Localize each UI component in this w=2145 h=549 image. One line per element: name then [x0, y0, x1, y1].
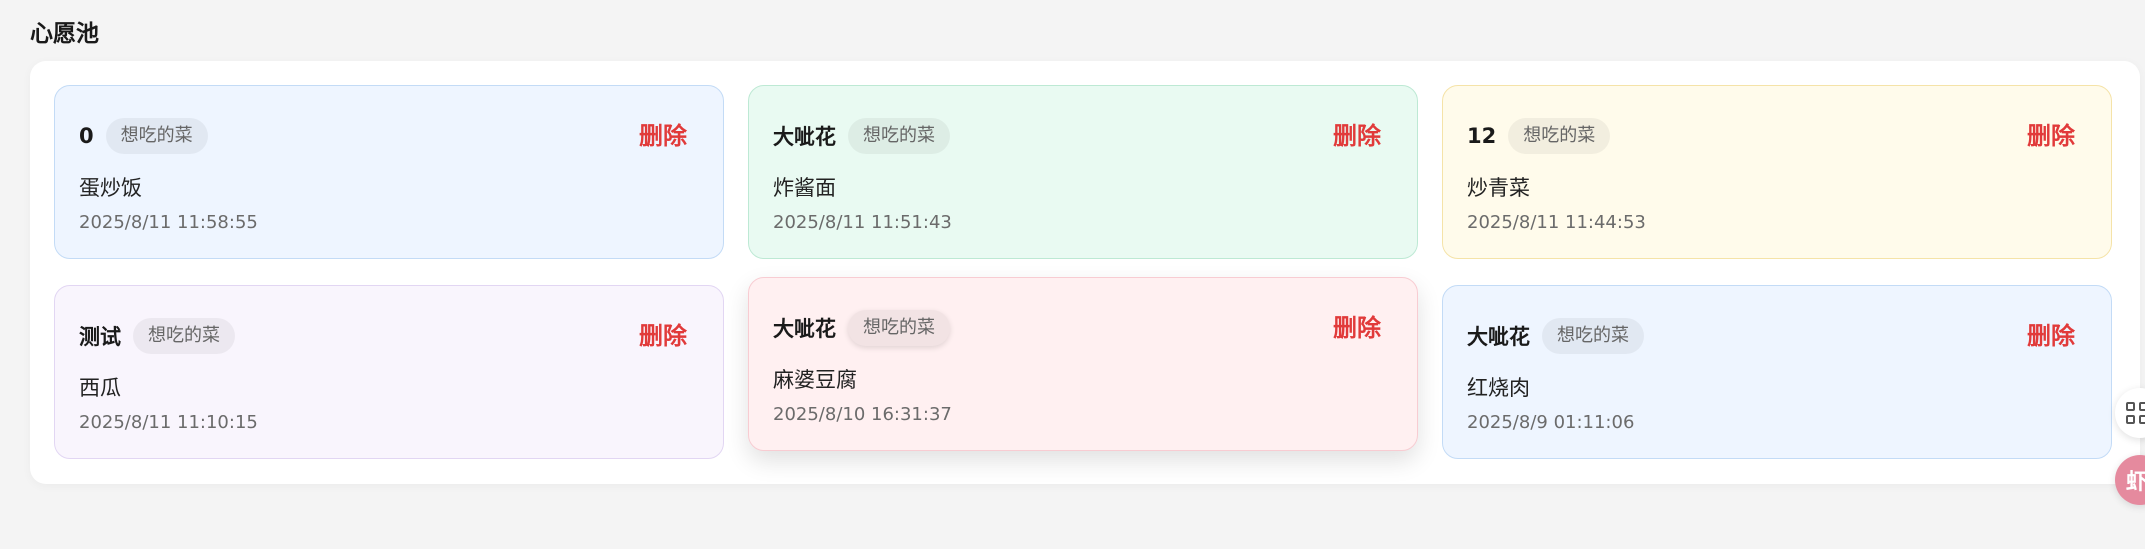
dish-name: 炒青菜 — [1467, 176, 1530, 200]
wish-pool-panel: 0 想吃的菜 删除 蛋炒饭 2025/8/11 11:58:55 大呲花 想吃的… — [30, 61, 2140, 484]
card-user-name: 大呲花 — [773, 317, 836, 341]
timestamp: 2025/8/11 11:51:43 — [773, 212, 952, 233]
wish-card: 12 想吃的菜 删除 炒青菜 2025/8/11 11:44:53 — [1442, 85, 2112, 259]
page: 心愿池 0 想吃的菜 删除 蛋炒饭 2025/8/11 11:58:55 大呲花… — [0, 0, 2145, 549]
category-tag: 想吃的菜 — [848, 310, 950, 346]
card-header: 12 想吃的菜 — [1467, 118, 1611, 154]
dish-name: 红烧肉 — [1467, 376, 1530, 400]
dish-name: 西瓜 — [79, 376, 121, 400]
timestamp: 2025/8/9 01:11:06 — [1467, 412, 1635, 433]
card-header: 测试 想吃的菜 — [79, 318, 235, 354]
category-tag: 想吃的菜 — [1508, 118, 1611, 154]
wish-card: 大呲花 想吃的菜 删除 红烧肉 2025/8/9 01:11:06 — [1442, 285, 2112, 459]
dish-name: 炸酱面 — [773, 176, 836, 200]
timestamp: 2025/8/10 16:31:37 — [773, 404, 952, 425]
card-header: 大呲花 想吃的菜 — [773, 310, 950, 346]
timestamp: 2025/8/11 11:10:15 — [79, 412, 258, 433]
timestamp: 2025/8/11 11:44:53 — [1467, 212, 1646, 233]
delete-button[interactable]: 删除 — [1333, 310, 1381, 346]
wish-card: 大呲花 想吃的菜 删除 麻婆豆腐 2025/8/10 16:31:37 — [748, 277, 1418, 451]
delete-button[interactable]: 删除 — [2027, 118, 2075, 154]
category-tag: 想吃的菜 — [1542, 318, 1644, 354]
dish-name: 蛋炒饭 — [79, 176, 142, 200]
card-user-name: 大呲花 — [773, 125, 836, 149]
category-tag: 想吃的菜 — [848, 118, 950, 154]
card-user-name: 测试 — [79, 325, 121, 349]
delete-button[interactable]: 删除 — [1333, 118, 1381, 154]
dish-name: 麻婆豆腐 — [773, 368, 857, 392]
category-tag: 想吃的菜 — [105, 118, 208, 154]
delete-button[interactable]: 删除 — [639, 318, 687, 354]
card-user-name: 0 — [79, 124, 94, 148]
timestamp: 2025/8/11 11:58:55 — [79, 212, 258, 233]
wish-card: 大呲花 想吃的菜 删除 炸酱面 2025/8/11 11:51:43 — [748, 85, 1418, 259]
delete-button[interactable]: 删除 — [2027, 318, 2075, 354]
card-header: 大呲花 想吃的菜 — [1467, 318, 1644, 354]
wish-card: 测试 想吃的菜 删除 西瓜 2025/8/11 11:10:15 — [54, 285, 724, 459]
wish-card: 0 想吃的菜 删除 蛋炒饭 2025/8/11 11:58:55 — [54, 85, 724, 259]
section-title: 心愿池 — [30, 21, 99, 47]
category-tag: 想吃的菜 — [133, 318, 235, 354]
card-user-name: 12 — [1467, 124, 1497, 148]
avatar-icon: 虾 — [2126, 470, 2145, 495]
delete-button[interactable]: 删除 — [639, 118, 687, 154]
card-header: 0 想吃的菜 — [79, 118, 208, 154]
card-user-name: 大呲花 — [1467, 325, 1530, 349]
card-header: 大呲花 想吃的菜 — [773, 118, 950, 154]
grid-icon — [2126, 402, 2145, 424]
